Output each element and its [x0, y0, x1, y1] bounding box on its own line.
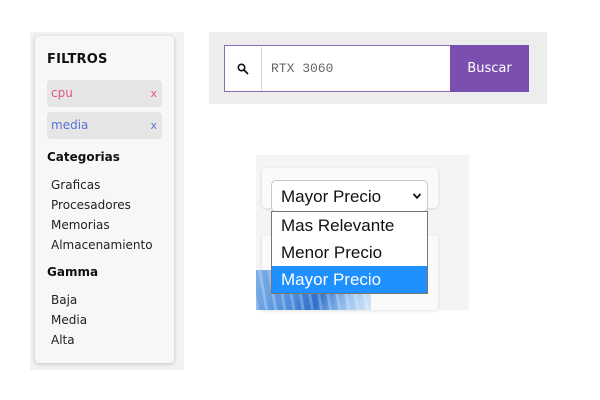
sort-option-mayor-precio[interactable]: Mayor Precio [272, 266, 427, 293]
gamma-item-alta[interactable]: Alta [51, 330, 87, 350]
category-item-memorias[interactable]: Memorias [51, 215, 153, 235]
sort-option-menor-precio[interactable]: Menor Precio [272, 239, 427, 266]
search-icon [237, 63, 249, 75]
remove-filter-button[interactable]: x [150, 80, 157, 107]
remove-filter-button[interactable]: x [150, 112, 157, 139]
sort-option-mas-relevante[interactable]: Mas Relevante [272, 212, 427, 239]
categorias-list: Graficas Procesadores Memorias Almacenam… [51, 175, 153, 255]
chevron-down-icon [412, 193, 422, 200]
category-item-graficas[interactable]: Graficas [51, 175, 153, 195]
categorias-heading: Categorias [47, 150, 120, 164]
gamma-heading: Gamma [47, 265, 99, 279]
sort-selected-value: Mayor Precio [281, 187, 382, 206]
search-divider [261, 47, 262, 91]
filters-title: FILTROS [47, 52, 108, 67]
active-filter-label: cpu [51, 86, 73, 100]
category-item-procesadores[interactable]: Procesadores [51, 195, 153, 215]
gamma-list: Baja Media Alta [51, 290, 87, 350]
active-filter-chip-cpu: cpu x [47, 80, 162, 107]
sort-options-list: Mas Relevante Menor Precio Mayor Precio [271, 211, 428, 294]
search-button[interactable]: Buscar [450, 45, 529, 92]
active-filter-label: media [51, 118, 89, 132]
gamma-item-media[interactable]: Media [51, 310, 87, 330]
gamma-item-baja[interactable]: Baja [51, 290, 87, 310]
search-input[interactable] [264, 50, 444, 87]
sort-select[interactable]: Mayor Precio [271, 180, 428, 212]
category-item-almacenamiento[interactable]: Almacenamiento [51, 235, 153, 255]
active-filter-chip-media: media x [47, 112, 162, 139]
